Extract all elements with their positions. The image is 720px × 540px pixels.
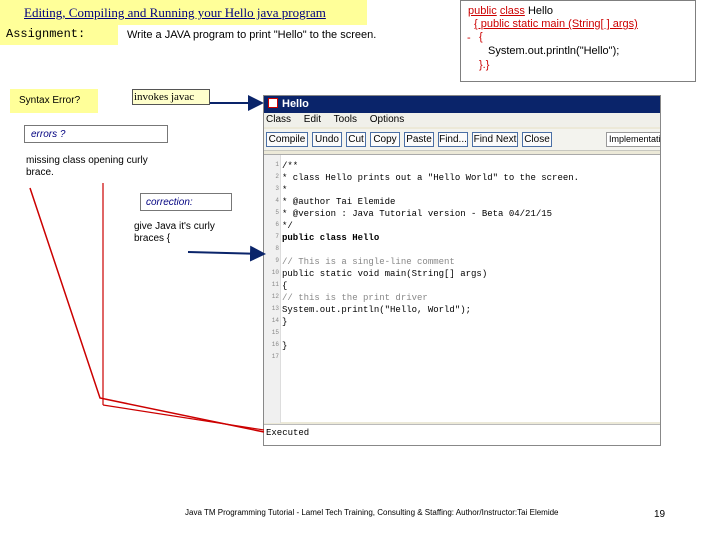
error-callout-line [29,187,265,433]
correction-arrow [187,245,266,262]
annotation-arrows [29,95,266,433]
error-callout-line-3 [102,404,265,431]
footer-text: Java TM Programming Tutorial - Lamel Tec… [185,508,559,517]
page-number: 19 [654,509,666,520]
